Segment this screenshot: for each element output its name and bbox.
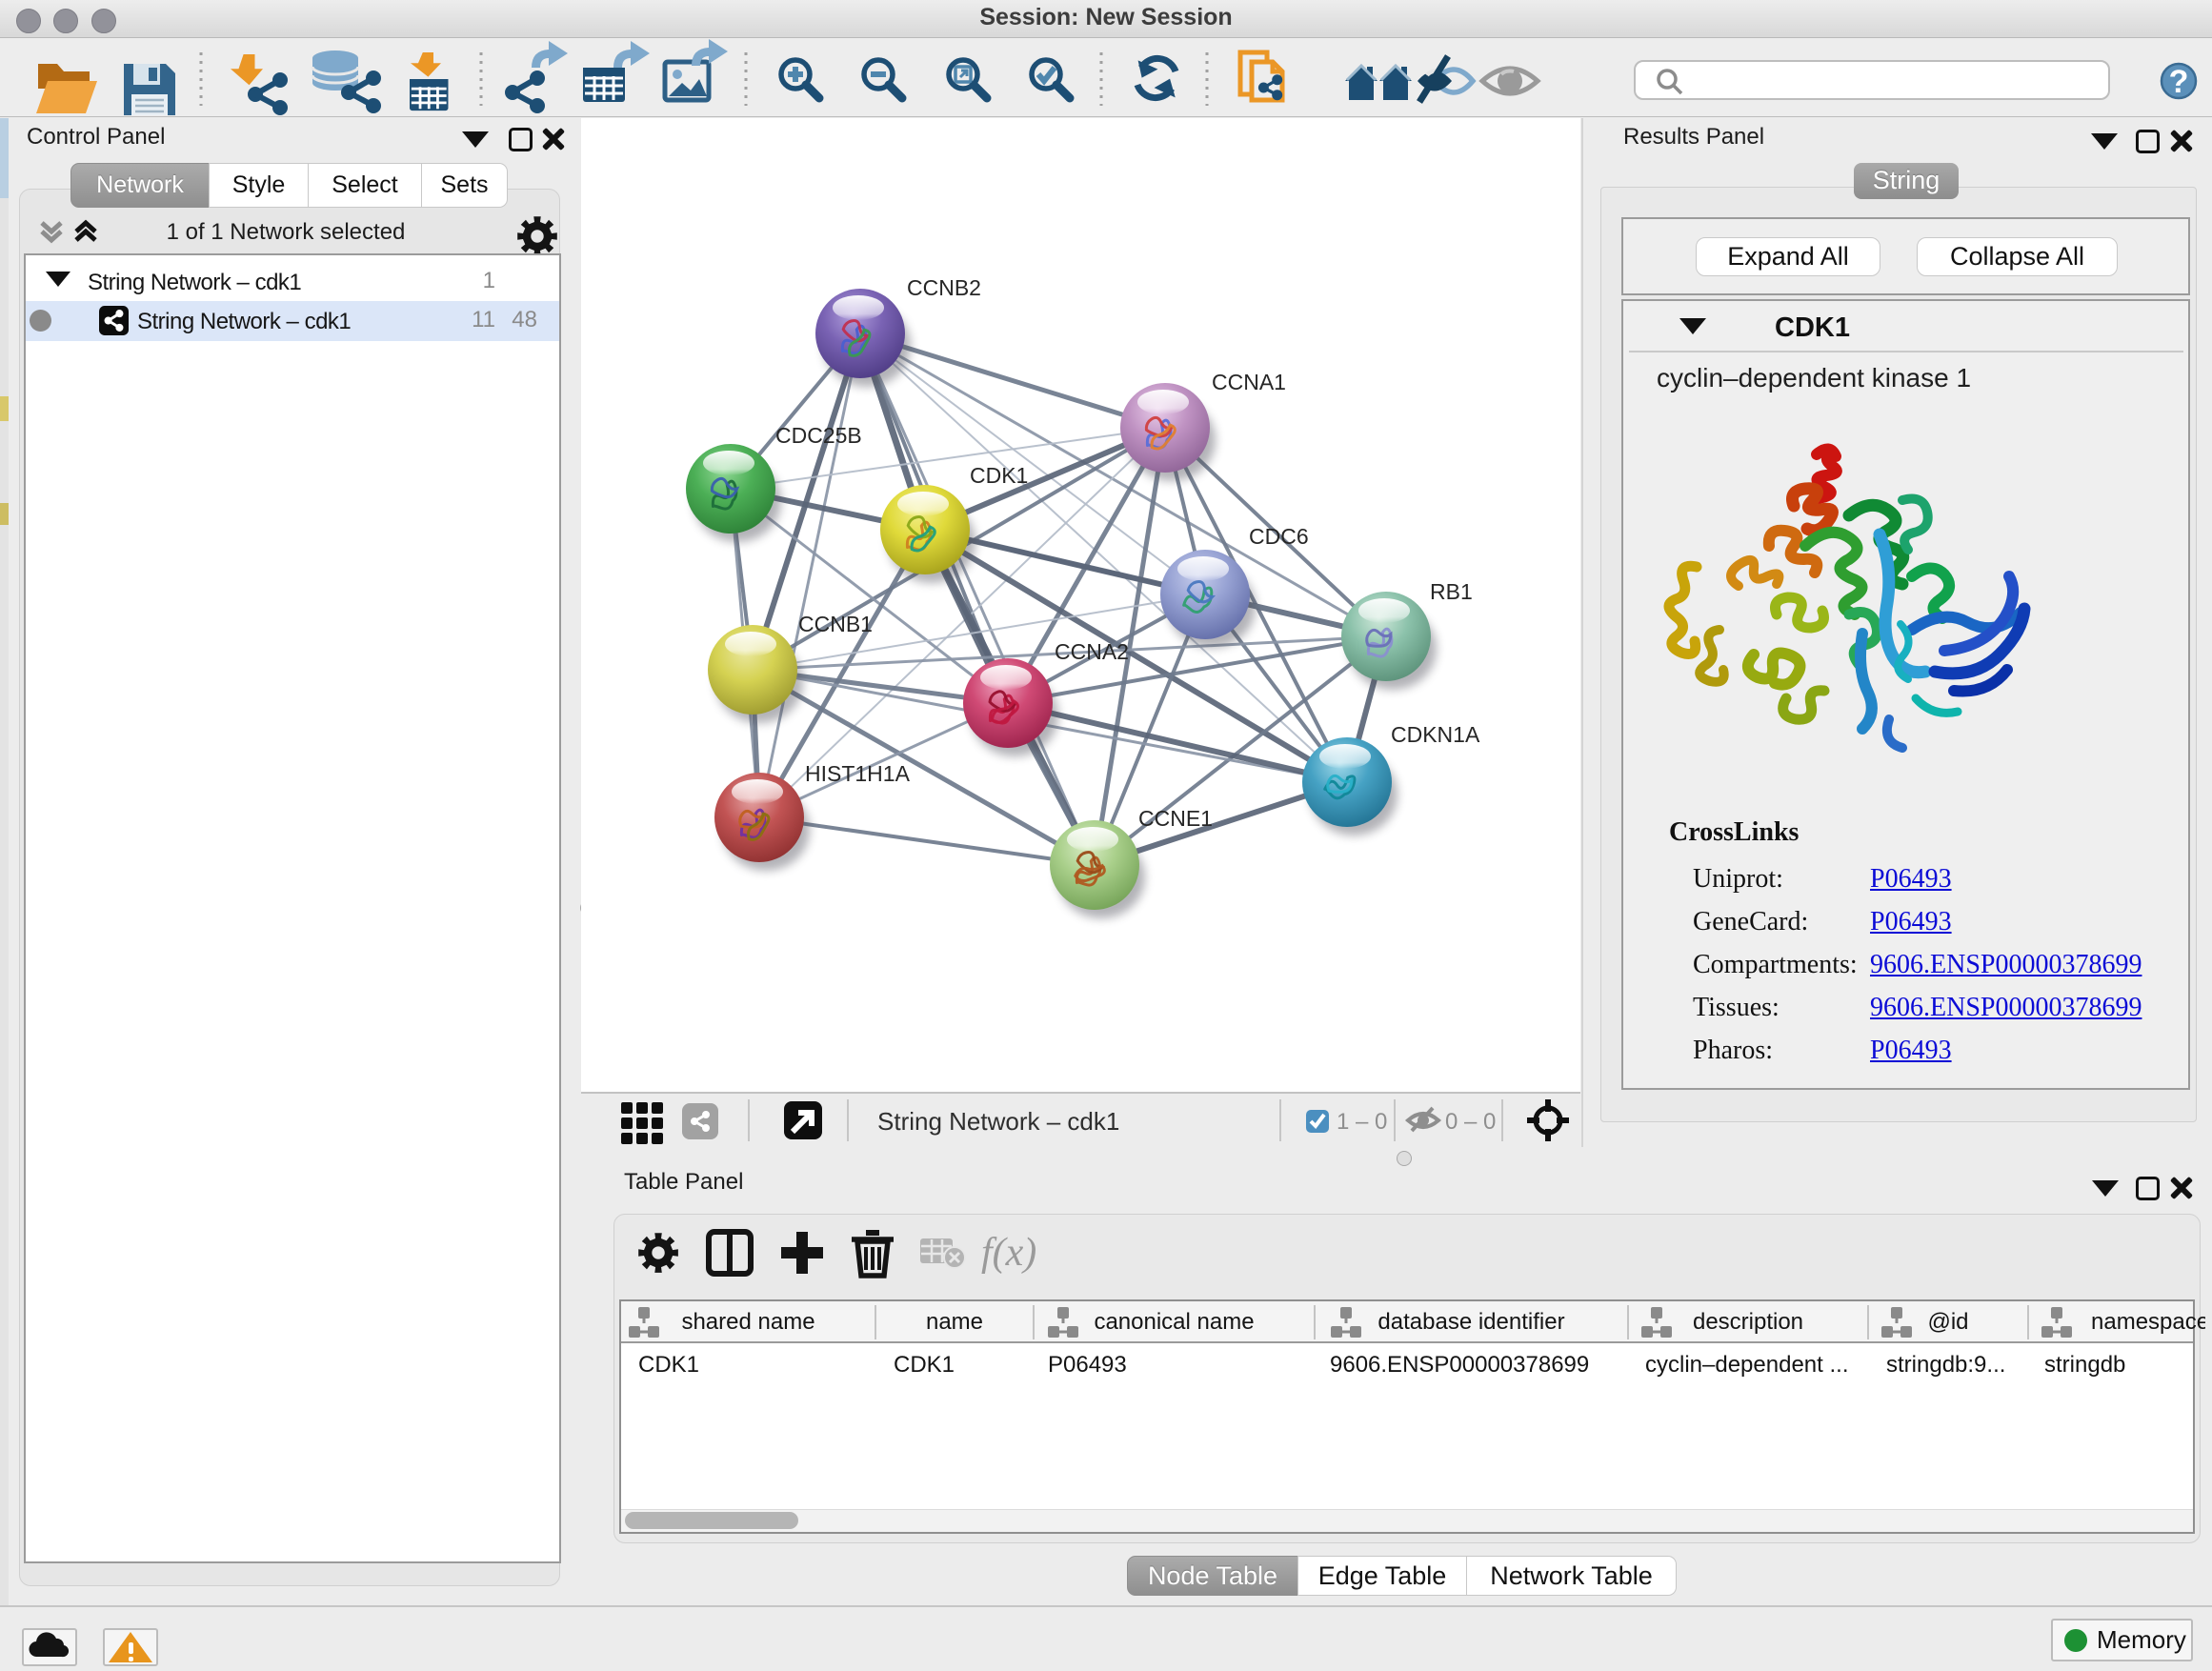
svg-text:0 – 0: 0 – 0 <box>1445 1109 1496 1135</box>
svg-text:f(x): f(x) <box>981 1231 1036 1275</box>
svg-text:1 – 0: 1 – 0 <box>1337 1109 1387 1135</box>
svg-text:CDKN1A: CDKN1A <box>1391 722 1480 747</box>
svg-text:CDK1: CDK1 <box>970 463 1028 488</box>
svg-text:CCNB1: CCNB1 <box>798 612 873 636</box>
svg-text:CDC25B: CDC25B <box>775 423 862 448</box>
svg-text:HIST1H1A: HIST1H1A <box>805 761 911 786</box>
svg-text:CDC6: CDC6 <box>1249 524 1309 549</box>
svg-text:?: ? <box>2169 64 2189 100</box>
svg-text:RB1: RB1 <box>1430 579 1473 604</box>
svg-text:CCNA1: CCNA1 <box>1212 370 1286 394</box>
svg-text:CCNE1: CCNE1 <box>1138 806 1213 831</box>
svg-text:CCNB2: CCNB2 <box>907 275 981 300</box>
svg-text:String Network – cdk1: String Network – cdk1 <box>877 1107 1119 1136</box>
svg-text:CCNA2: CCNA2 <box>1055 639 1129 664</box>
